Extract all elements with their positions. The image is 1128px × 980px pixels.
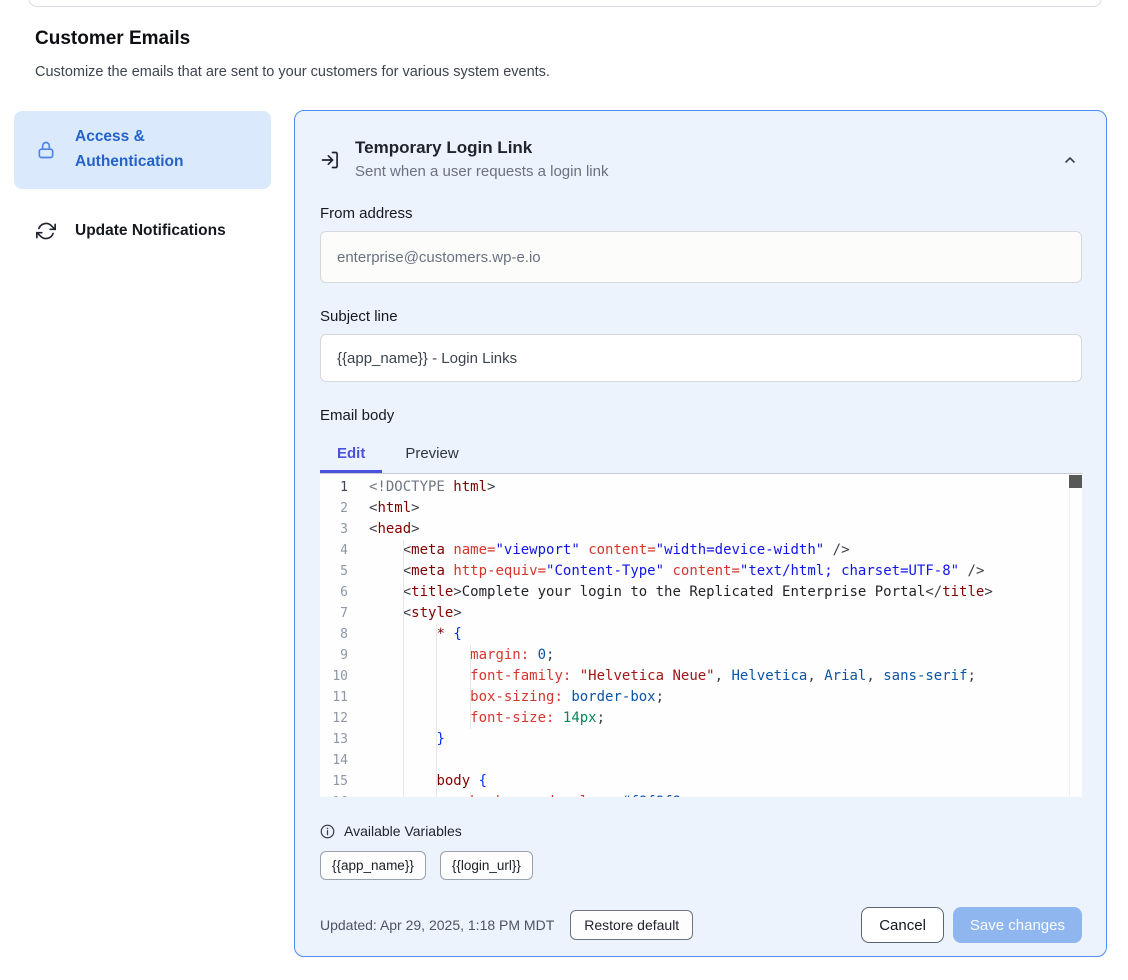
code-text: * { <box>369 624 1082 645</box>
cancel-button[interactable]: Cancel <box>861 907 944 943</box>
email-body-label: Email body <box>320 407 1082 424</box>
code-line: 12 font-size: 14px; <box>320 708 1082 729</box>
sidebar-item-label: Update Notifications <box>75 219 235 244</box>
line-number: 14 <box>320 750 348 771</box>
sidebar-item-label: Access & Authentication <box>75 125 225 175</box>
email-body-tabs: EditPreview <box>320 434 1082 473</box>
code-text: <!DOCTYPE html> <box>369 477 1082 498</box>
updated-timestamp: Updated: Apr 29, 2025, 1:18 PM MDT <box>320 917 554 933</box>
lock-icon <box>36 139 58 161</box>
sidebar-item-update-notifications[interactable]: Update Notifications <box>14 205 271 258</box>
variable-chip[interactable]: {{login_url}} <box>440 851 533 880</box>
tab-preview[interactable]: Preview <box>388 434 475 473</box>
code-text <box>369 750 1082 771</box>
code-line: 8 * { <box>320 624 1082 645</box>
line-number: 16 <box>320 792 348 797</box>
code-line: 10 font-family: "Helvetica Neue", Helvet… <box>320 666 1082 687</box>
line-number: 15 <box>320 771 348 792</box>
code-text: <head> <box>369 519 1082 540</box>
subject-line-input[interactable] <box>320 334 1082 382</box>
code-text: <meta name="viewport" content="width=dev… <box>369 540 1082 561</box>
line-number: 8 <box>320 624 348 645</box>
line-number: 2 <box>320 498 348 519</box>
line-number: 10 <box>320 666 348 687</box>
panel-subtitle: Sent when a user requests a login link <box>355 163 1058 180</box>
code-line: 11 box-sizing: border-box; <box>320 687 1082 708</box>
panel-header-text: Temporary Login Link Sent when a user re… <box>355 138 1058 180</box>
panel-header: Temporary Login Link Sent when a user re… <box>320 138 1082 180</box>
code-text: <title>Complete your login to the Replic… <box>369 582 1082 603</box>
line-number: 9 <box>320 645 348 666</box>
editor-scrollbar-track[interactable] <box>1069 474 1082 797</box>
info-icon <box>320 824 335 839</box>
code-text: box-sizing: border-box; <box>369 687 1082 708</box>
line-number: 11 <box>320 687 348 708</box>
code-text: } <box>369 729 1082 750</box>
variable-chips: {{app_name}} {{login_url}} <box>320 851 1082 880</box>
collapse-panel-button[interactable] <box>1058 148 1082 175</box>
code-line: 16 background-color: #f8f8f8; <box>320 792 1082 797</box>
line-number: 4 <box>320 540 348 561</box>
available-variables-label: Available Variables <box>344 823 462 839</box>
from-address-input[interactable] <box>320 231 1082 283</box>
code-line: 3 <head> <box>320 519 1082 540</box>
line-number: 3 <box>320 519 348 540</box>
line-number: 7 <box>320 603 348 624</box>
panel-title: Temporary Login Link <box>355 138 1058 158</box>
temporary-login-link-panel: Temporary Login Link Sent when a user re… <box>294 110 1107 957</box>
code-line: 15 body { <box>320 771 1082 792</box>
code-text: body { <box>369 771 1082 792</box>
code-line: 2 <html> <box>320 498 1082 519</box>
page-header: Customer Emails Customize the emails tha… <box>35 28 550 80</box>
code-line: 6 <title>Complete your login to the Repl… <box>320 582 1082 603</box>
panel-footer: Updated: Apr 29, 2025, 1:18 PM MDT Resto… <box>320 907 1082 943</box>
code-text: <meta http-equiv="Content-Type" content=… <box>369 561 1082 582</box>
code-text: <style> <box>369 603 1082 624</box>
save-changes-button[interactable]: Save changes <box>953 907 1082 943</box>
subject-line-label: Subject line <box>320 308 1082 325</box>
line-number: 6 <box>320 582 348 603</box>
page-subtitle: Customize the emails that are sent to yo… <box>35 64 550 80</box>
code-text: <html> <box>369 498 1082 519</box>
login-icon <box>320 150 340 175</box>
line-number: 1 <box>320 477 348 498</box>
tab-edit[interactable]: Edit <box>320 434 382 473</box>
code-text: font-family: "Helvetica Neue", Helvetica… <box>369 666 1082 687</box>
previous-card-bottom-edge <box>28 0 1102 7</box>
sidebar-item-access-authentication[interactable]: Access & Authentication <box>14 111 271 189</box>
email-body-code-editor[interactable]: 1<!DOCTYPE html>2<html>3<head>4 <meta na… <box>320 473 1082 797</box>
code-line: 7 <style> <box>320 603 1082 624</box>
restore-default-button[interactable]: Restore default <box>570 910 693 940</box>
code-line: 5 <meta http-equiv="Content-Type" conten… <box>320 561 1082 582</box>
page-title: Customer Emails <box>35 28 550 50</box>
from-address-label: From address <box>320 205 1082 222</box>
line-number: 13 <box>320 729 348 750</box>
code-line: 14 <box>320 750 1082 771</box>
line-number: 5 <box>320 561 348 582</box>
editor-scrollbar-thumb[interactable] <box>1069 475 1082 488</box>
line-number: 12 <box>320 708 348 729</box>
code-lines: 1<!DOCTYPE html>2<html>3<head>4 <meta na… <box>320 477 1082 797</box>
code-text: margin: 0; <box>369 645 1082 666</box>
refresh-icon <box>36 220 58 242</box>
code-line: 9 margin: 0; <box>320 645 1082 666</box>
code-line: 4 <meta name="viewport" content="width=d… <box>320 540 1082 561</box>
code-text: background-color: #f8f8f8; <box>369 792 1082 797</box>
variable-chip[interactable]: {{app_name}} <box>320 851 426 880</box>
code-line: 1 <!DOCTYPE html> <box>320 477 1082 498</box>
email-types-sidebar: Access & Authentication Update Notificati… <box>14 111 271 273</box>
code-text: font-size: 14px; <box>369 708 1082 729</box>
available-variables-row: Available Variables <box>320 823 1082 839</box>
code-line: 13 } <box>320 729 1082 750</box>
